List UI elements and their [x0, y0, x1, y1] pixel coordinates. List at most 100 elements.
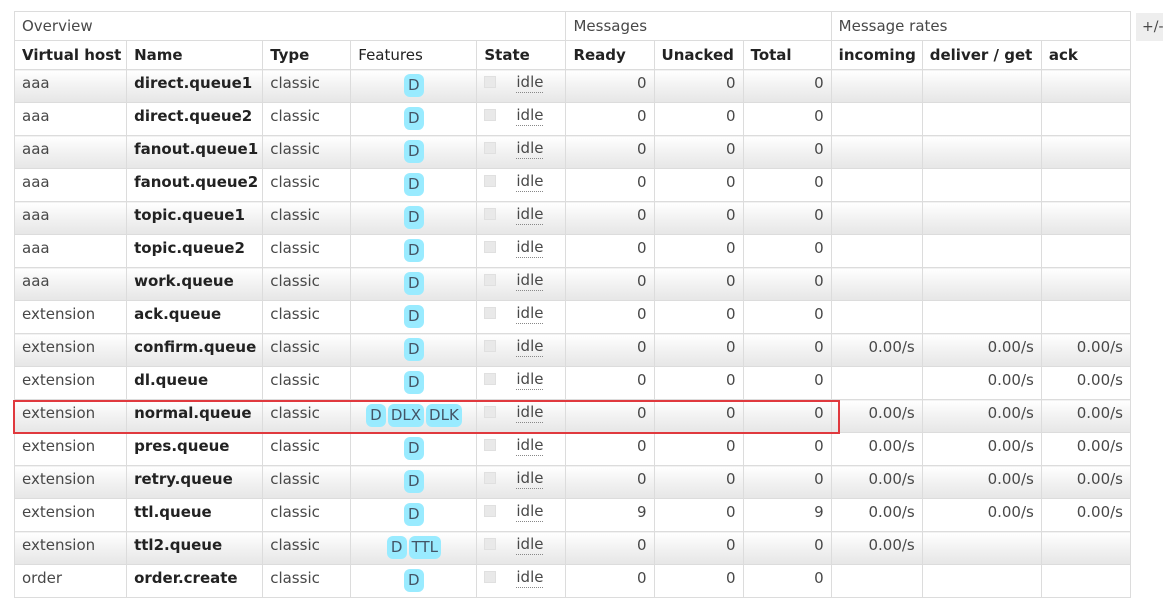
col-ack[interactable]: ack	[1040, 40, 1132, 70]
table-row[interactable]: extension ack.queue classic Didle 0 0 0	[13, 300, 1132, 334]
columns-toggle-button[interactable]: +/-	[1136, 13, 1163, 41]
state-label: idle	[516, 304, 544, 324]
col-name[interactable]: Name	[126, 40, 264, 70]
queue-name-link[interactable]: retry.queue	[126, 465, 264, 499]
table-row[interactable]: extension dl.queue classic Didle 0 0 0 0.00/s 0.…	[13, 366, 1132, 400]
state-label: idle	[516, 469, 544, 489]
queue-unacked: 0	[653, 168, 744, 202]
queue-incoming-rate	[830, 564, 923, 598]
col-incoming[interactable]: incoming	[830, 40, 923, 70]
feature-badge: TTL	[408, 536, 442, 559]
state-label: idle	[516, 73, 544, 93]
queue-type: classic	[262, 465, 352, 499]
queue-name-link[interactable]: ack.queue	[126, 300, 264, 334]
queue-name-link[interactable]: normal.queue	[126, 399, 264, 433]
state-indicator-icon	[484, 109, 497, 121]
queue-name-link[interactable]: direct.queue1	[126, 69, 264, 103]
queue-name-link[interactable]: fanout.queue1	[126, 135, 264, 169]
queue-ack-rate: 0.00/s	[1040, 399, 1132, 433]
queue-name-link[interactable]: fanout.queue2	[126, 168, 264, 202]
queue-list: aaa direct.queue1 classic Didle 0 0 0 aaa direct…	[13, 69, 1132, 598]
col-type[interactable]: Type	[262, 40, 352, 70]
state-label: idle	[516, 139, 544, 159]
queue-deliver-get-rate	[921, 69, 1042, 103]
queue-features: D	[350, 300, 478, 334]
queue-ready: 0	[565, 432, 655, 466]
queue-state: idle	[476, 201, 567, 235]
table-row[interactable]: aaa topic.queue1 classic Didle 0 0 0	[13, 201, 1132, 235]
queue-vhost: extension	[13, 465, 128, 499]
table-row[interactable]: aaa work.queue classic Didle 0 0 0	[13, 267, 1132, 301]
table-row[interactable]: aaa fanout.queue1 classic Didle 0 0 0	[13, 135, 1132, 169]
queue-name-link[interactable]: ttl2.queue	[126, 531, 264, 565]
queue-name-link[interactable]: order.create	[126, 564, 264, 598]
queue-ack-rate	[1040, 267, 1132, 301]
feature-badge: D	[403, 173, 424, 196]
table-row[interactable]: extension ttl2.queue classic D TTL idle 0 0 0 0.0…	[13, 531, 1132, 565]
table-row[interactable]: extension retry.queue classic Didle 0 0 0 0.00/…	[13, 465, 1132, 499]
queue-total: 0	[742, 432, 832, 466]
col-ready[interactable]: Ready	[565, 40, 655, 70]
table-row[interactable]: extension confirm.queue classic Didle 0 0 0 0.0…	[13, 333, 1132, 367]
col-state[interactable]: State	[476, 40, 567, 70]
feature-badge: D	[403, 371, 424, 394]
queue-ready: 0	[565, 333, 655, 367]
queue-total: 0	[742, 300, 832, 334]
queue-incoming-rate	[830, 300, 923, 334]
col-virtual-host[interactable]: Virtual host	[13, 40, 128, 70]
queue-features: D	[350, 234, 478, 268]
queue-type: classic	[262, 498, 352, 532]
table-row[interactable]: aaa direct.queue2 classic Didle 0 0 0	[13, 102, 1132, 136]
queue-deliver-get-rate	[921, 267, 1042, 301]
queue-name-link[interactable]: ttl.queue	[126, 498, 264, 532]
col-unacked[interactable]: Unacked	[653, 40, 744, 70]
queue-total: 0	[742, 333, 832, 367]
queue-vhost: extension	[13, 399, 128, 433]
queue-state: idle	[476, 300, 567, 334]
queue-name-link[interactable]: dl.queue	[126, 366, 264, 400]
queue-features: D	[350, 201, 478, 235]
table-row[interactable]: aaa direct.queue1 classic Didle 0 0 0	[13, 69, 1132, 103]
queue-name-link[interactable]: topic.queue2	[126, 234, 264, 268]
queue-state: idle	[476, 465, 567, 499]
queue-state: idle	[476, 432, 567, 466]
queue-ready: 0	[565, 135, 655, 169]
queue-name-link[interactable]: pres.queue	[126, 432, 264, 466]
table-row[interactable]: extension pres.queue classic Didle 0 0 0 0.00/s…	[13, 432, 1132, 466]
queue-name-link[interactable]: direct.queue2	[126, 102, 264, 136]
table-row[interactable]: extension ttl.queue classic Didle 9 0 9 0.00/s 0…	[13, 498, 1132, 532]
queue-deliver-get-rate: 0.00/s	[921, 399, 1042, 433]
queue-unacked: 0	[653, 564, 744, 598]
queue-vhost: extension	[13, 300, 128, 334]
queue-state: idle	[476, 333, 567, 367]
col-total[interactable]: Total	[742, 40, 832, 70]
table-row[interactable]: aaa topic.queue2 classic Didle 0 0 0	[13, 234, 1132, 268]
table-row[interactable]: order order.create classic Didle 0 0 0	[13, 564, 1132, 598]
table-row[interactable]: aaa fanout.queue2 classic Didle 0 0 0	[13, 168, 1132, 202]
state-label: idle	[516, 238, 544, 258]
queue-features: D	[350, 333, 478, 367]
queue-name-link[interactable]: work.queue	[126, 267, 264, 301]
queue-incoming-rate: 0.00/s	[830, 531, 923, 565]
queue-incoming-rate	[830, 168, 923, 202]
queue-ack-rate	[1040, 201, 1132, 235]
queue-state: idle	[476, 234, 567, 268]
queue-name-link[interactable]: confirm.queue	[126, 333, 264, 367]
table-row[interactable]: extension normal.queue classic D DLX DLK idle 0…	[13, 399, 1132, 433]
queue-incoming-rate	[830, 234, 923, 268]
queue-deliver-get-rate: 0.00/s	[921, 333, 1042, 367]
queue-type: classic	[262, 399, 352, 433]
col-deliver-get[interactable]: deliver / get	[921, 40, 1042, 70]
feature-badge: D	[403, 569, 424, 592]
queue-name-link[interactable]: topic.queue1	[126, 201, 264, 235]
queue-features: D TTL	[350, 531, 478, 565]
state-indicator-icon	[484, 439, 497, 451]
queue-ack-rate: 0.00/s	[1040, 498, 1132, 532]
queue-state: idle	[476, 102, 567, 136]
queue-type: classic	[262, 531, 352, 565]
queue-incoming-rate: 0.00/s	[830, 432, 923, 466]
state-indicator-icon	[484, 505, 497, 517]
queue-ack-rate: 0.00/s	[1040, 465, 1132, 499]
state-indicator-icon	[484, 340, 497, 352]
group-header-row: Overview Messages Message rates	[13, 11, 1132, 41]
